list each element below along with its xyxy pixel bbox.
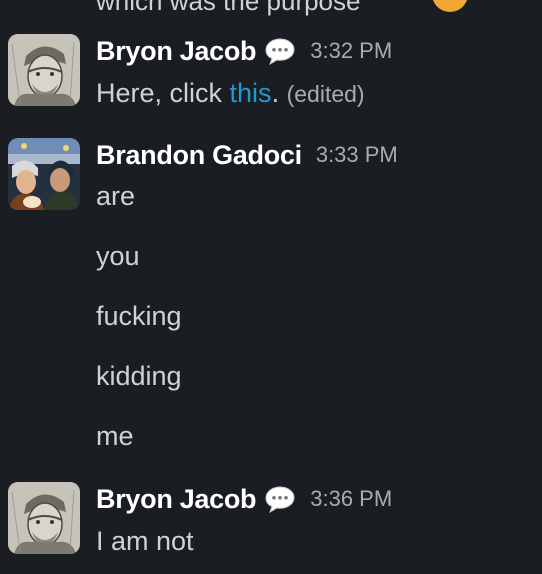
avatar[interactable] [8,34,80,106]
message-text: I am not [96,526,194,556]
avatar-sketch-icon [8,34,80,106]
message-line: you [96,241,140,271]
message-line: are [96,181,136,211]
message-header: Bryon Jacob 3:36 PM [96,482,392,516]
message-line: fucking [96,301,182,331]
timestamp[interactable]: 3:32 PM [310,38,392,64]
author-name[interactable]: Brandon Gadoci [96,140,302,171]
avatar[interactable] [8,138,80,210]
timestamp[interactable]: 3:33 PM [316,142,398,168]
message: Brandon Gadoci 3:33 PM are you fucking k… [0,138,542,458]
timestamp[interactable]: 3:36 PM [310,486,392,512]
message-link[interactable]: this [230,78,272,108]
message: Bryon Jacob 3:36 PM I am not [0,482,542,574]
speech-balloon-icon[interactable] [264,37,296,66]
author-name[interactable]: Bryon Jacob [96,36,257,67]
message-line: me [96,421,134,451]
previous-message-fragment: which was the purpose [96,0,361,16]
avatar[interactable] [8,482,80,554]
message-header: Bryon Jacob 3:32 PM [96,34,392,68]
text-segment: Here, click [96,78,230,108]
emoji-icon [432,0,468,12]
author-name[interactable]: Bryon Jacob [96,484,257,515]
text-segment: . [271,78,280,108]
avatar-photo-icon [8,138,80,210]
avatar-sketch-icon [8,482,80,554]
edited-label: (edited) [286,81,365,107]
speech-balloon-icon[interactable] [264,485,296,514]
message-line: kidding [96,361,182,391]
message-header: Brandon Gadoci 3:33 PM [96,138,398,172]
message: Bryon Jacob 3:32 PM Here, click this. (e… [0,34,542,114]
message-text: Here, click this. (edited) [96,78,365,109]
